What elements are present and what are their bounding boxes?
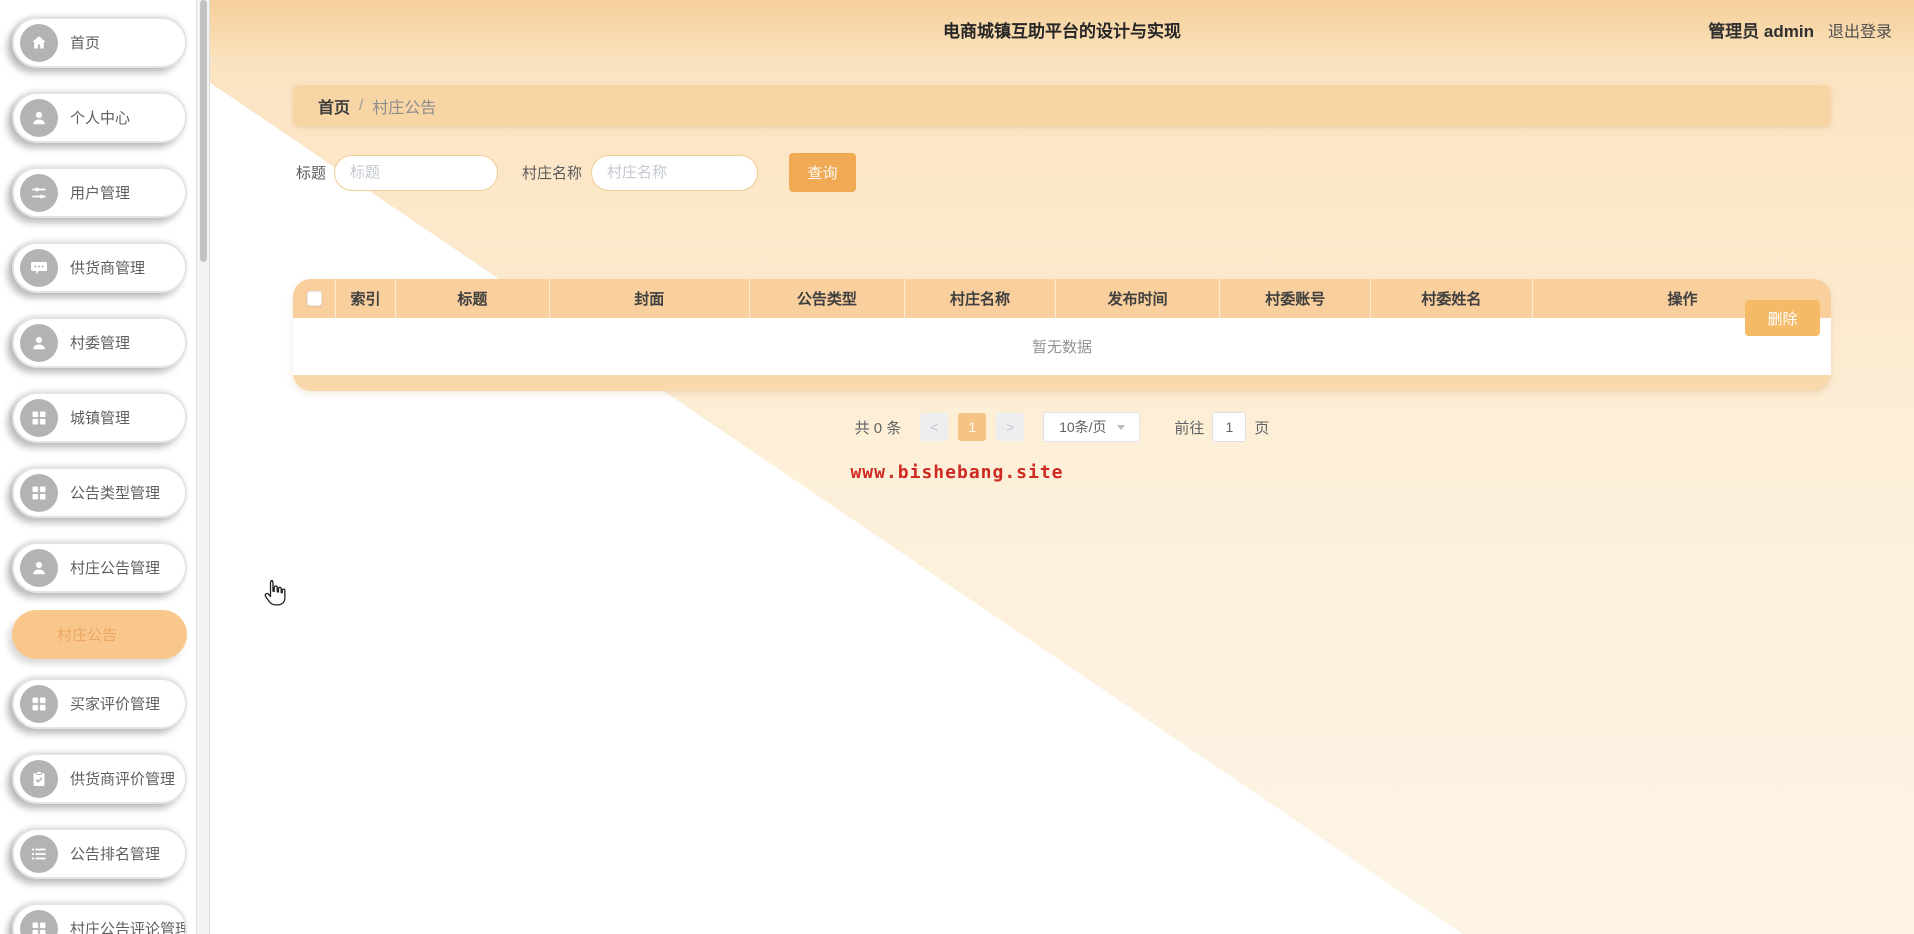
- sidebar-item-label: 供货商管理: [70, 260, 146, 277]
- select-all-cell: [293, 279, 337, 318]
- sidebar-item-label: 村委管理: [70, 335, 131, 352]
- grid-icon: [20, 473, 58, 512]
- sidebar-item[interactable]: 首页: [12, 17, 187, 68]
- sidebar: 首页 个人中心 用户管理 供货商管理 村委管理 城镇管理 公告类型管理 村庄公告…: [0, 0, 196, 934]
- empty-state-text: 暂无数据: [1031, 339, 1092, 356]
- sidebar-item[interactable]: 村庄公告: [12, 610, 187, 659]
- user-box: 管理员 admin 退出登录: [1708, 0, 1892, 59]
- title-search-input[interactable]: [334, 154, 499, 191]
- sidebar-item[interactable]: 供货商评价管理: [12, 753, 187, 804]
- user-icon: [20, 548, 58, 587]
- sidebar-scrollbar[interactable]: [196, 0, 210, 934]
- page-size-select[interactable]: 10条/页: [1043, 412, 1141, 442]
- logout-link[interactable]: 退出登录: [1828, 18, 1892, 42]
- breadcrumb-home-link[interactable]: 首页: [318, 94, 350, 118]
- sliders-icon: [20, 173, 58, 212]
- table-header-row: 索引 标题 封面 公告类型 村庄名称 发布时间 村委账号 村委姓名 操作: [293, 279, 1831, 318]
- village-field-label: 村庄名称: [522, 165, 583, 182]
- sidebar-item-label: 城镇管理: [70, 410, 131, 427]
- village-search-input[interactable]: [591, 154, 759, 191]
- table-header-cell: 村庄名称: [905, 279, 1056, 318]
- grid-icon: [20, 684, 58, 723]
- page-size-value: 10条/页: [1059, 419, 1107, 435]
- breadcrumb-separator: /: [359, 97, 364, 114]
- watermark-url: www.bishebang.site: [850, 462, 1064, 483]
- sidebar-item-label: 公告排名管理: [70, 846, 161, 863]
- grid-icon: [20, 398, 58, 437]
- total-count-label: 共 0 条: [854, 419, 902, 437]
- sidebar-item[interactable]: 个人中心: [12, 92, 187, 143]
- page-suffix-label: 页: [1254, 419, 1270, 437]
- breadcrumb-current: 村庄公告: [372, 99, 437, 117]
- user-icon: [20, 323, 58, 362]
- sidebar-item-label: 个人中心: [70, 110, 131, 127]
- sidebar-item[interactable]: 村庄公告评论管理: [12, 903, 187, 934]
- page-title: 电商城镇互助平台的设计与实现: [943, 22, 1181, 41]
- clipboard-icon: [20, 759, 58, 798]
- current-page-button[interactable]: 1: [958, 413, 987, 441]
- announcement-table: 索引 标题 封面 公告类型 村庄名称 发布时间 村委账号 村委姓名 操作 暂无数…: [293, 279, 1831, 391]
- prev-page-button[interactable]: <: [920, 413, 949, 441]
- top-header-bar: 电商城镇互助平台的设计与实现 管理员 admin 退出登录: [210, 0, 1914, 59]
- scrollbar-thumb[interactable]: [200, 0, 207, 262]
- goto-label: 前往: [1174, 419, 1205, 437]
- sidebar-item-label: 用户管理: [70, 185, 131, 202]
- select-all-checkbox[interactable]: [306, 291, 322, 306]
- home-icon: [20, 23, 58, 62]
- sidebar-item[interactable]: 买家评价管理: [12, 678, 187, 729]
- sidebar-item[interactable]: 用户管理: [12, 167, 187, 218]
- sidebar-item[interactable]: 城镇管理: [12, 392, 187, 443]
- sidebar-menu: 首页 个人中心 用户管理 供货商管理 村委管理 城镇管理 公告类型管理 村庄公告…: [0, 17, 196, 934]
- query-button[interactable]: 查询: [789, 153, 857, 192]
- sidebar-item[interactable]: 村庄公告管理: [12, 542, 187, 593]
- table-header-cell: 封面: [550, 279, 750, 318]
- sidebar-item-label: 公告类型管理: [70, 485, 161, 502]
- grid-icon: [20, 909, 58, 934]
- table-header-cell: 公告类型: [750, 279, 906, 318]
- chat-icon: [20, 248, 58, 287]
- table-header-cell: 索引: [336, 279, 397, 318]
- table-header-cell: 村委账号: [1220, 279, 1372, 318]
- sidebar-item[interactable]: 公告类型管理: [12, 467, 187, 518]
- sidebar-item-label: 村庄公告评论管理: [70, 921, 187, 934]
- list-icon: [20, 834, 58, 873]
- main-area: 电商城镇互助平台的设计与实现 管理员 admin 退出登录 首页 / 村庄公告 …: [210, 0, 1914, 934]
- sidebar-item[interactable]: 公告排名管理: [12, 828, 187, 879]
- sidebar-item-label: 村庄公告管理: [70, 560, 161, 577]
- breadcrumb: 首页 / 村庄公告: [293, 85, 1831, 126]
- delete-button[interactable]: 删除: [1745, 300, 1820, 336]
- current-user-label: 管理员 admin: [1708, 22, 1814, 41]
- sidebar-item-label: 供货商评价管理: [70, 771, 176, 788]
- user-icon: [20, 98, 58, 137]
- search-form: 标题 村庄名称 查询: [296, 153, 1914, 192]
- title-field-label: 标题: [296, 165, 327, 182]
- table-header-cell: 村委姓名: [1371, 279, 1533, 318]
- table-header-cell: 发布时间: [1056, 279, 1221, 318]
- next-page-button[interactable]: >: [996, 413, 1025, 441]
- goto-page-input[interactable]: [1212, 412, 1247, 442]
- sidebar-item-label: 村庄公告: [57, 627, 118, 644]
- sidebar-item[interactable]: 村委管理: [12, 317, 187, 368]
- pagination: 共 0 条 < 1 > 10条/页 前往 页: [210, 412, 1914, 442]
- sidebar-item[interactable]: 供货商管理: [12, 242, 187, 293]
- table-header-cell: 标题: [396, 279, 550, 318]
- chevron-down-icon: [1116, 424, 1125, 430]
- sidebar-item-label: 买家评价管理: [70, 696, 161, 713]
- sidebar-item-label: 首页: [70, 35, 101, 52]
- table-body: 暂无数据: [293, 318, 1831, 375]
